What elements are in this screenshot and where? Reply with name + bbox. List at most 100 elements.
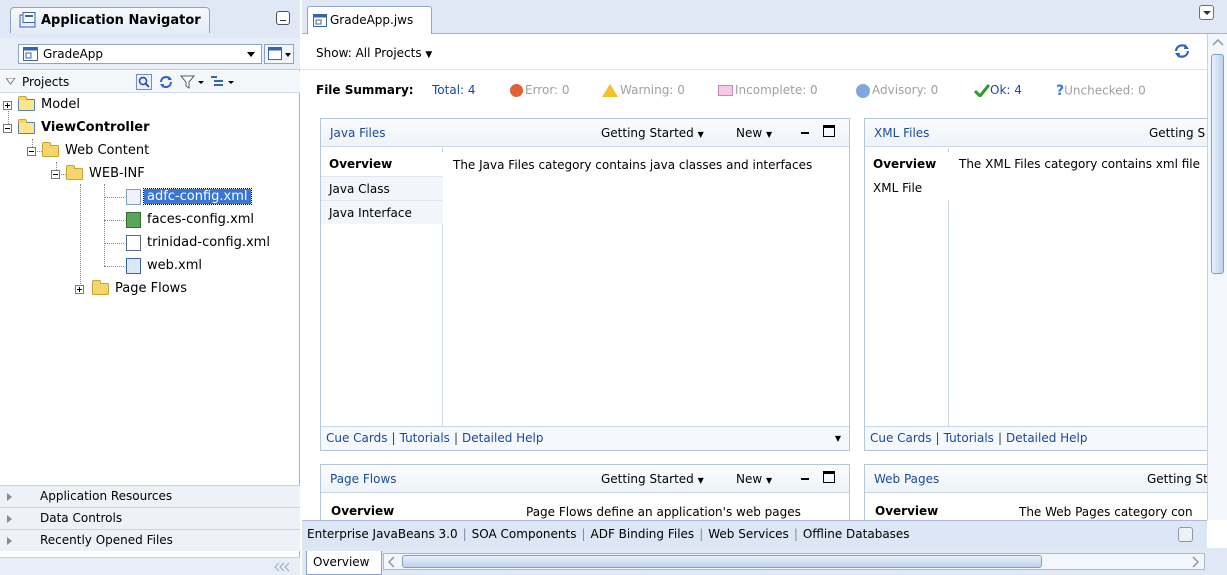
maximize-icon[interactable]: [823, 471, 835, 483]
getting-started-menu[interactable]: Getting Started ▼: [601, 472, 704, 486]
show-filter-row: Show: All Projects ▼: [302, 34, 1207, 70]
category-adf-binding-files[interactable]: ADF Binding Files: [586, 527, 700, 541]
show-filter[interactable]: Show: All Projects ▼: [316, 46, 432, 60]
collapse-triangle-icon[interactable]: [6, 78, 16, 86]
project-tree: Model ViewController Web Content WEB-INF…: [0, 94, 300, 484]
getting-started-menu[interactable]: Getting S: [1149, 126, 1205, 140]
scroll-left-icon[interactable]: [387, 556, 397, 568]
maximize-icon[interactable]: [823, 125, 835, 137]
expand-icon[interactable]: [75, 285, 84, 294]
summary-incomplete[interactable]: Incomplete: 0: [718, 83, 818, 97]
tab-java-interface[interactable]: Java Interface: [321, 200, 443, 224]
minimize-icon[interactable]: [801, 132, 809, 134]
accordion-data-controls[interactable]: Data Controls: [0, 507, 300, 529]
card-title[interactable]: XML Files: [874, 126, 929, 140]
navigator-tab-title: Application Navigator: [41, 13, 201, 28]
summary-warning[interactable]: Warning: 0: [602, 83, 685, 97]
tutorials-link[interactable]: Tutorials: [944, 431, 994, 445]
cue-cards-link[interactable]: Cue Cards: [870, 431, 932, 445]
cue-cards-link[interactable]: Cue Cards: [326, 431, 388, 445]
tutorials-link[interactable]: Tutorials: [400, 431, 450, 445]
filter-icon[interactable]: [180, 74, 206, 90]
sync-icon[interactable]: [158, 74, 174, 90]
document-tab-gradeapp[interactable]: GradeApp.jws: [307, 6, 432, 34]
document-tab-label: GradeApp.jws: [330, 13, 414, 27]
collapse-icon[interactable]: [27, 147, 36, 156]
card-side-tabs: Overview Java Class Java Interface: [321, 148, 443, 427]
xml-files-card: XML Files Getting S Overview XML File Th…: [864, 118, 1210, 451]
navigator-tab[interactable]: Application Navigator: [10, 7, 210, 33]
card-title[interactable]: Web Pages: [874, 472, 939, 486]
expand-triangle-icon: [7, 515, 12, 523]
horizontal-scrollbar-thumb[interactable]: [402, 555, 1042, 568]
getting-started-menu[interactable]: Getting St: [1147, 472, 1208, 486]
getting-started-menu[interactable]: Getting Started ▼: [601, 126, 704, 140]
vertical-scrollbar-thumb[interactable]: [1211, 54, 1224, 274]
summary-total-link[interactable]: Total: 4: [432, 83, 476, 97]
tree-connector: [104, 243, 124, 244]
accordion-application-resources[interactable]: Application Resources: [0, 485, 300, 507]
horizontal-scrollbar[interactable]: [383, 553, 1205, 570]
document-list-icon[interactable]: [1199, 5, 1214, 20]
category-web-services[interactable]: Web Services: [703, 527, 794, 541]
scroll-left-icon[interactable]: [274, 562, 294, 572]
card-title[interactable]: Page Flows: [330, 472, 397, 486]
tab-overview[interactable]: Overview: [321, 152, 443, 176]
category-menu-icon[interactable]: [1178, 527, 1193, 542]
application-menu-button[interactable]: [264, 44, 294, 64]
detailed-help-link[interactable]: Detailed Help: [462, 431, 544, 445]
refresh-icon[interactable]: [1172, 42, 1192, 60]
file-summary-row: File Summary: Total: 4 Error: 0 Warning:…: [302, 71, 1207, 107]
collapse-icon[interactable]: [3, 124, 12, 133]
summary-error[interactable]: Error: 0: [510, 83, 570, 97]
tree-connector: [104, 197, 124, 198]
collapse-icon[interactable]: [51, 170, 60, 179]
category-soa-components[interactable]: SOA Components: [467, 527, 582, 541]
tab-overview[interactable]: Overview: [865, 152, 949, 176]
scroll-up-icon[interactable]: [1212, 38, 1224, 46]
tab-xml-file[interactable]: XML File: [865, 176, 949, 200]
minimize-icon[interactable]: [276, 11, 290, 25]
category-ejb[interactable]: Enterprise JavaBeans 3.0: [302, 527, 463, 541]
warning-icon: [602, 84, 618, 97]
projects-header: Projects: [0, 71, 300, 93]
tree-item-label: trinidad-config.xml: [147, 235, 270, 250]
summary-unchecked[interactable]: ?Unchecked: 0: [1056, 83, 1146, 99]
folder-icon: [92, 279, 109, 295]
chevron-down-icon[interactable]: ▼: [835, 427, 841, 450]
new-menu[interactable]: New ▼: [736, 126, 772, 140]
tree-item-label: Web Content: [65, 143, 150, 158]
folder-icon: [42, 141, 59, 157]
info-icon: [856, 83, 870, 98]
tree-connector: [104, 220, 124, 221]
accordion-label: Data Controls: [40, 511, 123, 525]
new-menu[interactable]: New ▼: [736, 472, 772, 486]
show-value: All Projects: [355, 46, 422, 60]
view-options-icon[interactable]: [210, 74, 236, 90]
category-offline-databases[interactable]: Offline Databases: [798, 527, 915, 541]
application-selector-row: GradeApp: [0, 38, 300, 70]
tab-java-class[interactable]: Java Class: [321, 176, 443, 200]
expand-icon[interactable]: [3, 101, 12, 110]
vertical-scrollbar[interactable]: [1207, 34, 1227, 520]
tree-item-label: Model: [41, 97, 81, 112]
card-title[interactable]: Java Files: [330, 126, 386, 140]
card-footer: Cue Cards | Tutorials | Detailed Help ▼: [321, 426, 849, 450]
tree-connector: [104, 184, 105, 266]
tab-overview-bottom[interactable]: Overview: [306, 551, 382, 575]
accordion-recently-opened-files[interactable]: Recently Opened Files: [0, 529, 300, 551]
summary-advisory[interactable]: Advisory: 0: [856, 83, 938, 98]
summary-ok[interactable]: Ok: 4: [974, 83, 1022, 97]
application-name: GradeApp: [43, 47, 104, 61]
file-summary-label: File Summary:: [316, 83, 414, 97]
minimize-icon[interactable]: [801, 478, 809, 480]
search-icon[interactable]: [136, 74, 152, 90]
web-xml-file-icon: [126, 257, 141, 274]
application-dropdown[interactable]: GradeApp: [18, 44, 262, 64]
check-icon: [974, 84, 990, 97]
expand-triangle-icon: [7, 537, 12, 545]
project-folder-icon: [18, 118, 35, 134]
detailed-help-link[interactable]: Detailed Help: [1006, 431, 1088, 445]
card-header: Java Files Getting Started ▼ New ▼: [321, 119, 849, 147]
scroll-right-icon[interactable]: [1190, 556, 1200, 568]
